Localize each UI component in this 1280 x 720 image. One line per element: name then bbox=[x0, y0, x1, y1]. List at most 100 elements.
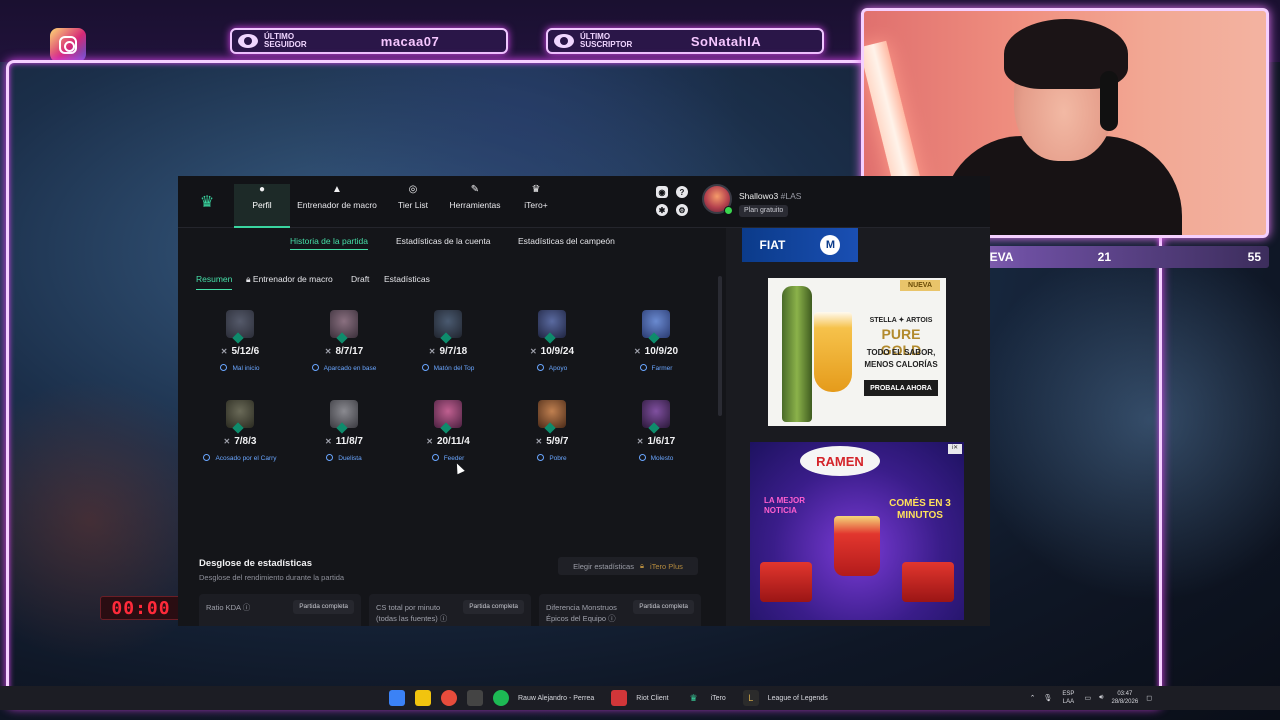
windows-start-icon[interactable] bbox=[389, 690, 405, 706]
taskbar-riot-client[interactable]: Riot Client bbox=[606, 690, 669, 706]
beer-cta-button[interactable]: PROBALA AHORA bbox=[864, 380, 938, 396]
match-kda: ✕ 8/7/17 bbox=[292, 346, 396, 357]
match-card[interactable]: ✕ 20/11/4 Feeder bbox=[396, 400, 500, 484]
scrollbar[interactable] bbox=[718, 276, 722, 416]
plan-badge[interactable]: Plan gratuito bbox=[739, 205, 789, 217]
match-tag[interactable]: Farmer bbox=[604, 364, 708, 372]
network-icon[interactable]: ▭ bbox=[1084, 694, 1091, 702]
ad-info-icon[interactable]: i✕ bbox=[948, 444, 962, 454]
role-badge-icon bbox=[544, 422, 556, 434]
info-icon[interactable]: ⓘ bbox=[608, 614, 616, 623]
match-card[interactable]: ✕ 5/12/6 Mal inicio bbox=[188, 310, 292, 394]
fiat-ad-banner[interactable]: FIAT M bbox=[742, 228, 858, 262]
stat-card: Diferencia Monstruos Épicos del Equipo ⓘ… bbox=[539, 594, 701, 626]
tag-icon bbox=[537, 454, 545, 461]
match-tag[interactable]: Duelista bbox=[292, 454, 396, 462]
match-kda: ✕ 7/8/3 bbox=[188, 436, 292, 447]
champion-portrait bbox=[434, 310, 462, 344]
chevron-up-icon[interactable]: ⌃ bbox=[1030, 694, 1036, 702]
microphone-icon[interactable]: 🎙︎ bbox=[1044, 694, 1053, 702]
info-icon[interactable]: ⓘ bbox=[440, 614, 448, 623]
volume-icon[interactable]: 🔊︎ bbox=[1099, 694, 1103, 702]
nav-itero-plus[interactable]: ♛ iTero+ bbox=[518, 184, 554, 228]
match-tag[interactable]: Mal inicio bbox=[188, 364, 292, 372]
champion-portrait bbox=[642, 310, 670, 344]
match-card[interactable]: ✕ 7/8/3 Acosado por el Carry bbox=[188, 400, 292, 484]
graduation-cap-icon: ▲ bbox=[332, 184, 342, 195]
match-tag[interactable]: Acosado por el Carry bbox=[188, 454, 292, 462]
summoner-name[interactable]: Shallowo3 #LAS bbox=[739, 191, 801, 201]
tab-stats[interactable]: Estadísticas bbox=[384, 274, 430, 284]
taskbar-league[interactable]: L League of Legends bbox=[738, 690, 828, 706]
match-card[interactable]: ✕ 9/7/18 Matón del Top bbox=[396, 310, 500, 394]
taskbar-spotify[interactable]: Rauw Alejandro - Perrea bbox=[488, 690, 594, 706]
choose-stats-button[interactable]: Elegir estadísticas 🔒︎ iTero Plus bbox=[558, 557, 698, 575]
eye-icon bbox=[238, 34, 258, 48]
itero-plus-label: iTero Plus bbox=[649, 561, 683, 571]
chrome-icon[interactable] bbox=[441, 690, 457, 706]
tab-champion-stats[interactable]: Estadísticas del campeón bbox=[518, 236, 615, 246]
system-tray: ⌃ 🎙︎ ESP LAA ▭ 🔊︎ 03:47 28/8/2026 ◻ bbox=[1030, 686, 1152, 710]
itero-window: ♛ ● Perfil ▲ Entrenador de macro ◎ Tier … bbox=[178, 176, 990, 626]
match-tag[interactable]: Pobre bbox=[500, 454, 604, 462]
nav-tools[interactable]: ✎ Herramientas bbox=[446, 184, 504, 228]
tab-macro-coach[interactable]: 🔒︎ Entrenador de macro bbox=[246, 274, 333, 285]
role-badge-icon bbox=[648, 422, 660, 434]
match-card[interactable]: ✕ 11/8/7 Duelista bbox=[292, 400, 396, 484]
match-tag[interactable]: Molesto bbox=[604, 454, 708, 462]
keyboard-language[interactable]: ESP LAA bbox=[1060, 690, 1076, 706]
itero-logo-icon[interactable]: ♛ bbox=[198, 192, 216, 211]
match-kda: ✕ 10/9/20 bbox=[604, 346, 708, 357]
swords-icon: ✕ bbox=[325, 437, 332, 446]
tab-draft[interactable]: Draft bbox=[351, 274, 369, 284]
beer-ad[interactable]: NUEVA STELLA ✦ ARTOIS PURE GOLD TODO EL … bbox=[768, 278, 946, 426]
tab-summary[interactable]: Resumen bbox=[196, 274, 233, 290]
pencil-icon: ✎ bbox=[470, 184, 480, 195]
stat-scope-badge[interactable]: Partida completa bbox=[463, 600, 524, 614]
bug-icon[interactable]: ✱ bbox=[656, 204, 668, 216]
discord-icon[interactable]: ◉ bbox=[656, 186, 668, 198]
beer-brand: STELLA ✦ ARTOIS bbox=[869, 317, 933, 324]
champion-portrait bbox=[330, 400, 358, 434]
clock[interactable]: 03:47 28/8/2026 bbox=[1111, 690, 1138, 706]
match-tag[interactable]: Matón del Top bbox=[396, 364, 500, 372]
tag-icon bbox=[431, 454, 439, 461]
taskbar-app-label: League of Legends bbox=[767, 694, 828, 702]
tag-icon bbox=[536, 364, 544, 371]
match-card[interactable]: ✕ 8/7/17 Aparcado en base bbox=[292, 310, 396, 394]
info-icon[interactable]: ⓘ bbox=[243, 603, 251, 612]
stat-scope-badge[interactable]: Partida completa bbox=[633, 600, 694, 614]
match-tag[interactable]: Feeder bbox=[396, 454, 500, 462]
ramen-ad[interactable]: i✕ RAMEN LA MEJOR NOTICIA COMÉS EN 3 MIN… bbox=[750, 442, 964, 620]
match-card[interactable]: ✕ 5/9/7 Pobre bbox=[500, 400, 604, 484]
help-icon[interactable]: ? bbox=[676, 186, 688, 198]
notifications-icon[interactable]: ◻ bbox=[1146, 694, 1152, 702]
champion-portrait bbox=[330, 310, 358, 344]
match-tag[interactable]: Aparcado en base bbox=[292, 364, 396, 372]
nav-tier-list[interactable]: ◎ Tier List bbox=[392, 184, 434, 228]
swords-icon: ✕ bbox=[220, 347, 228, 356]
champion-portrait bbox=[642, 400, 670, 434]
clock-date: 28/8/2026 bbox=[1111, 699, 1139, 705]
swords-icon: ✕ bbox=[529, 347, 537, 356]
stream-timer: 00:00 bbox=[100, 596, 182, 620]
tab-match-history[interactable]: Historia de la partida bbox=[290, 236, 368, 250]
kda-value: 11/8/7 bbox=[335, 436, 363, 447]
match-tag[interactable]: Apoyo bbox=[500, 364, 604, 372]
match-card[interactable]: ✕ 10/9/24 Apoyo bbox=[500, 310, 604, 394]
obs-icon[interactable] bbox=[467, 690, 483, 706]
nav-macro-coach[interactable]: ▲ Entrenador de macro bbox=[294, 184, 380, 228]
nav-perfil[interactable]: ● Perfil bbox=[234, 184, 290, 228]
match-card[interactable]: ✕ 1/6/17 Molesto bbox=[604, 400, 708, 484]
online-status-dot bbox=[724, 206, 733, 215]
stats-breakdown: Desglose de estadísticas Desglose del re… bbox=[188, 550, 708, 626]
match-card[interactable]: ✕ 10/9/20 Farmer bbox=[604, 310, 708, 394]
nav-label: iTero+ bbox=[524, 200, 548, 210]
settings-gear-icon[interactable]: ⚙ bbox=[676, 204, 688, 216]
stat-scope-badge[interactable]: Partida completa bbox=[293, 600, 354, 614]
tab-account-stats[interactable]: Estadísticas de la cuenta bbox=[396, 236, 491, 246]
taskbar-itero[interactable]: ♛ iTero bbox=[681, 690, 726, 706]
match-kda: ✕ 5/12/6 bbox=[188, 346, 292, 357]
file-explorer-icon[interactable] bbox=[415, 690, 431, 706]
ad-column: FIAT M NUEVA STELLA ✦ ARTOIS PURE GOLD T… bbox=[726, 228, 990, 626]
